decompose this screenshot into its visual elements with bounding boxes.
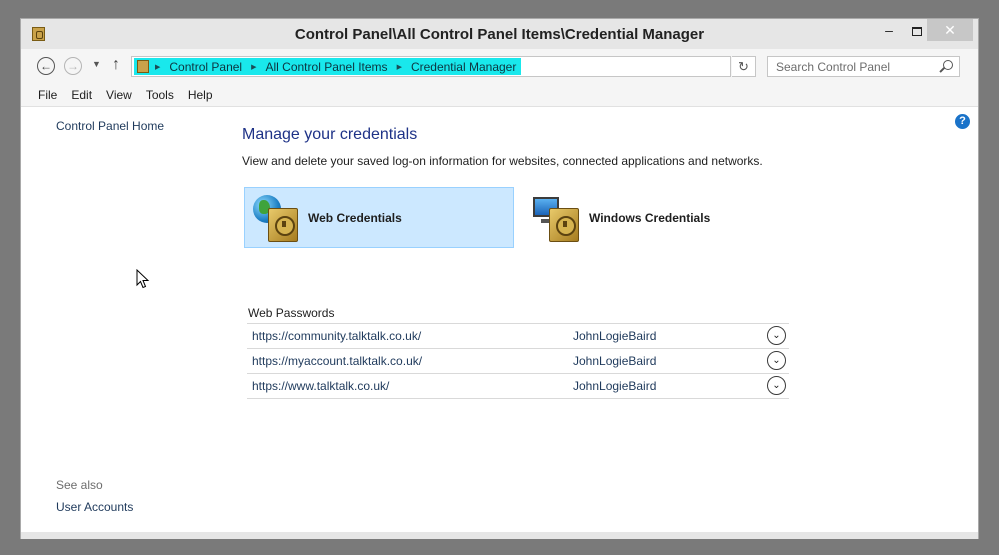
breadcrumb-separator-icon[interactable]: ▶ xyxy=(155,63,160,71)
maximize-icon xyxy=(912,26,922,36)
web-credentials-label: Web Credentials xyxy=(308,210,402,225)
expand-chevron-icon[interactable]: ⌄ xyxy=(767,376,786,395)
address-field[interactable]: ▶ Control Panel ▶ All Control Panel Item… xyxy=(131,56,831,77)
minimize-button[interactable]: – xyxy=(875,19,903,41)
address-bar: ← → ▼ ↑ ▶ Control Panel ▶ All Control Pa… xyxy=(21,49,978,83)
menu-view[interactable]: View xyxy=(106,83,132,106)
breadcrumb-separator-icon[interactable]: ▶ xyxy=(251,63,256,71)
list-item[interactable]: https://www.talktalk.co.uk/ JohnLogieBai… xyxy=(247,374,789,399)
credential-manager-window: Control Panel\All Control Panel Items\Cr… xyxy=(20,18,979,539)
expand-chevron-icon[interactable]: ⌄ xyxy=(767,326,786,345)
web-passwords-heading: Web Passwords xyxy=(248,306,335,320)
windows-credentials-label: Windows Credentials xyxy=(589,210,711,225)
credential-url: https://myaccount.talktalk.co.uk/ xyxy=(252,354,423,368)
window-title: Control Panel\All Control Panel Items\Cr… xyxy=(294,26,705,43)
credential-url: https://community.talktalk.co.uk/ xyxy=(252,329,422,343)
recent-locations-dropdown-icon[interactable]: ▼ xyxy=(92,59,101,69)
page-title: Manage your credentials xyxy=(242,126,418,143)
forward-button[interactable]: → xyxy=(64,57,82,75)
credential-url: https://www.talktalk.co.uk/ xyxy=(252,379,390,393)
menu-edit[interactable]: Edit xyxy=(71,83,92,106)
back-button[interactable]: ← xyxy=(37,57,55,75)
menu-bar: File Edit View Tools Help xyxy=(21,83,978,107)
list-item[interactable]: https://myaccount.talktalk.co.uk/ JohnLo… xyxy=(247,349,789,374)
credential-username: JohnLogieBaird xyxy=(573,379,657,393)
window-bottom-border xyxy=(21,532,978,539)
breadcrumb-control-panel[interactable]: Control Panel xyxy=(169,60,242,74)
page-description: View and delete your saved log-on inform… xyxy=(242,154,763,168)
credential-username: JohnLogieBaird xyxy=(573,354,657,368)
control-panel-home-link[interactable]: Control Panel Home xyxy=(56,119,164,133)
windows-credentials-tile[interactable]: Windows Credentials xyxy=(526,187,726,248)
expand-chevron-icon[interactable]: ⌄ xyxy=(767,351,786,370)
search-icon[interactable] xyxy=(943,60,953,70)
menu-help[interactable]: Help xyxy=(188,83,213,106)
content-area: ? Control Panel Home See also User Accou… xyxy=(21,107,978,532)
web-credentials-tile[interactable]: Web Credentials xyxy=(244,187,514,248)
monitor-vault-icon xyxy=(533,193,583,243)
up-button[interactable]: ↑ xyxy=(112,56,120,74)
globe-vault-icon xyxy=(252,193,302,243)
breadcrumb[interactable]: ▶ Control Panel ▶ All Control Panel Item… xyxy=(134,58,522,75)
search-placeholder: Search Control Panel xyxy=(776,60,891,74)
see-also-label: See also xyxy=(56,478,103,492)
menu-tools[interactable]: Tools xyxy=(146,83,174,106)
breadcrumb-credential-manager[interactable]: Credential Manager xyxy=(411,60,516,74)
control-panel-location-icon xyxy=(137,60,149,73)
search-input[interactable]: Search Control Panel xyxy=(767,56,960,77)
breadcrumb-separator-icon[interactable]: ▶ xyxy=(397,63,402,71)
refresh-button[interactable]: ↻ xyxy=(732,56,756,77)
web-passwords-list: https://community.talktalk.co.uk/ JohnLo… xyxy=(247,323,789,399)
help-icon[interactable]: ? xyxy=(955,114,970,129)
user-accounts-link[interactable]: User Accounts xyxy=(56,500,133,514)
title-bar[interactable]: Control Panel\All Control Panel Items\Cr… xyxy=(21,19,978,49)
breadcrumb-all-control-panel-items[interactable]: All Control Panel Items xyxy=(266,60,388,74)
close-button[interactable]: ✕ xyxy=(927,19,973,41)
credential-username: JohnLogieBaird xyxy=(573,329,657,343)
menu-file[interactable]: File xyxy=(38,83,57,106)
list-item[interactable]: https://community.talktalk.co.uk/ JohnLo… xyxy=(247,324,789,349)
